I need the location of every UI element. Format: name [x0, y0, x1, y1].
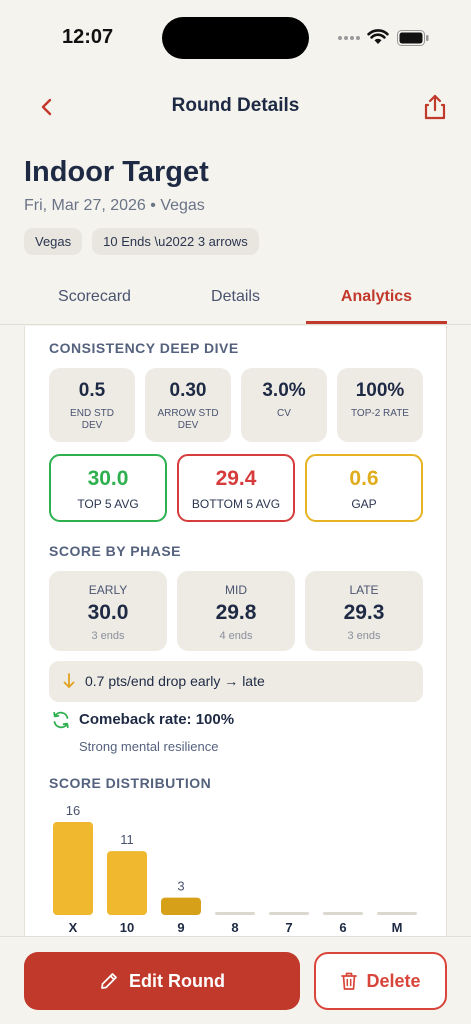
wifi-icon	[367, 29, 389, 44]
phase-ends: 4 ends	[219, 630, 253, 642]
refresh-icon	[53, 711, 69, 729]
bar-value-label: 16	[66, 803, 80, 818]
phase-name: EARLY	[88, 583, 128, 597]
consistency-stats: 0.5 END STD DEV 0.30 ARROW STD DEV 3.0% …	[49, 368, 423, 442]
bar-9	[161, 897, 201, 915]
share-icon[interactable]	[420, 92, 450, 122]
gap-card: 0.6 GAP	[305, 454, 423, 522]
bar-10	[107, 851, 147, 915]
status-bar: 12:07	[0, 0, 471, 72]
phase-card-mid: MID 29.8 4 ends	[177, 571, 295, 651]
stat-label: TOP-2 RATE	[351, 408, 409, 419]
phase-heading: SCORE BY PHASE	[49, 543, 181, 559]
battery-icon	[397, 30, 429, 46]
edit-round-label: Edit Round	[129, 970, 225, 991]
top5-avg-value: 30.0	[87, 467, 129, 490]
tabs-divider	[0, 324, 471, 325]
stat-card-end-std-dev: 0.5 END STD DEV	[49, 368, 135, 442]
signal-icon	[338, 36, 360, 40]
phase-card-early: EARLY 30.0 3 ends	[49, 571, 167, 651]
gap-label: GAP	[351, 497, 377, 511]
round-tags: Vegas 10 Ends \u2022 3 arrows	[24, 228, 259, 255]
stat-card-arrow-std-dev: 0.30 ARROW STD DEV	[145, 368, 231, 442]
round-subtitle: Fri, Mar 27, 2026 • Vegas	[24, 197, 205, 214]
average-cards: 30.0 TOP 5 AVG 29.4 BOTTOM 5 AVG 0.6 GAP	[49, 454, 423, 522]
analytics-panel[interactable]: CONSISTENCY DEEP DIVE 0.5 END STD DEV 0.…	[24, 326, 447, 946]
stat-card-top2-rate: 100% TOP-2 RATE	[337, 368, 423, 442]
dynamic-island	[162, 17, 309, 59]
bar-M	[377, 912, 417, 915]
category-label: M	[392, 920, 403, 935]
category-label: X	[69, 920, 78, 935]
bottom5-avg-value: 29.4	[215, 467, 257, 490]
bar-6	[323, 912, 363, 915]
bottom5-avg-label: BOTTOM 5 AVG	[191, 497, 281, 511]
delete-label: Delete	[366, 970, 421, 991]
bottom5-avg-card: 29.4 BOTTOM 5 AVG	[177, 454, 295, 522]
round-title: Indoor Target	[24, 156, 209, 188]
comeback-note: Strong mental resilience	[79, 739, 219, 754]
tab-bar: Scorecard Details Analytics	[24, 276, 447, 324]
stat-value: 0.5	[78, 380, 106, 401]
phase-ends: 3 ends	[91, 630, 125, 642]
phase-cards: EARLY 30.0 3 ends MID 29.8 4 ends LATE 2…	[49, 571, 423, 651]
bottom-action-bar: Edit Round Delete	[0, 936, 471, 1024]
page-title: Round Details	[171, 95, 300, 116]
phase-name: LATE	[349, 583, 379, 597]
comeback-rate: Comeback rate: 100%	[79, 711, 235, 728]
nav-bar: Round Details	[0, 84, 471, 128]
score-drop-text: 0.7 pts/end drop early → late	[85, 673, 265, 689]
phase-card-late: LATE 29.3 3 ends	[305, 571, 423, 651]
stat-label: CV	[277, 408, 291, 419]
delete-button[interactable]: Delete	[314, 952, 447, 1010]
phase-value: 29.8	[215, 601, 257, 624]
score-distribution-chart: 16 X 11 10 3 9 8 7 6 M	[53, 803, 417, 935]
stat-label: END STD DEV	[70, 408, 114, 431]
tab-scorecard[interactable]: Scorecard	[24, 288, 165, 306]
tab-details[interactable]: Details	[165, 288, 306, 306]
phase-value: 29.3	[343, 601, 385, 624]
trash-icon	[341, 972, 358, 990]
tag-venue: Vegas	[24, 228, 83, 255]
top5-avg-card: 30.0 TOP 5 AVG	[49, 454, 167, 522]
phase-ends: 3 ends	[347, 630, 381, 642]
stat-value: 3.0%	[262, 380, 306, 401]
bar-X	[53, 822, 93, 915]
category-label: 7	[285, 920, 292, 935]
distribution-heading: SCORE DISTRIBUTION	[49, 775, 212, 791]
stat-card-cv: 3.0% CV	[241, 368, 327, 442]
bar-value-label: 3	[177, 879, 184, 894]
score-drop-banner: 0.7 pts/end drop early → late	[49, 661, 423, 702]
stat-value: 0.30	[169, 380, 207, 401]
tag-ends: 10 Ends \u2022 3 arrows	[92, 228, 259, 255]
tab-analytics[interactable]: Analytics	[306, 288, 447, 306]
bar-value-label: 11	[120, 832, 134, 847]
status-time: 12:07	[62, 26, 114, 48]
category-label: 8	[231, 920, 238, 935]
stat-label: ARROW STD DEV	[157, 408, 219, 431]
consistency-heading: CONSISTENCY DEEP DIVE	[49, 340, 239, 356]
bar-7	[269, 912, 309, 915]
arrow-down-icon	[63, 673, 75, 688]
gap-value: 0.6	[349, 467, 379, 490]
phase-value: 30.0	[87, 601, 129, 624]
category-label: 10	[120, 920, 134, 935]
top5-avg-label: TOP 5 AVG	[77, 497, 139, 511]
category-label: 9	[177, 920, 184, 935]
bar-8	[215, 912, 255, 915]
stat-value: 100%	[355, 380, 405, 401]
category-label: 6	[339, 920, 346, 935]
phase-name: MID	[225, 583, 247, 597]
pencil-icon	[101, 973, 117, 989]
edit-round-button[interactable]: Edit Round	[24, 952, 300, 1010]
